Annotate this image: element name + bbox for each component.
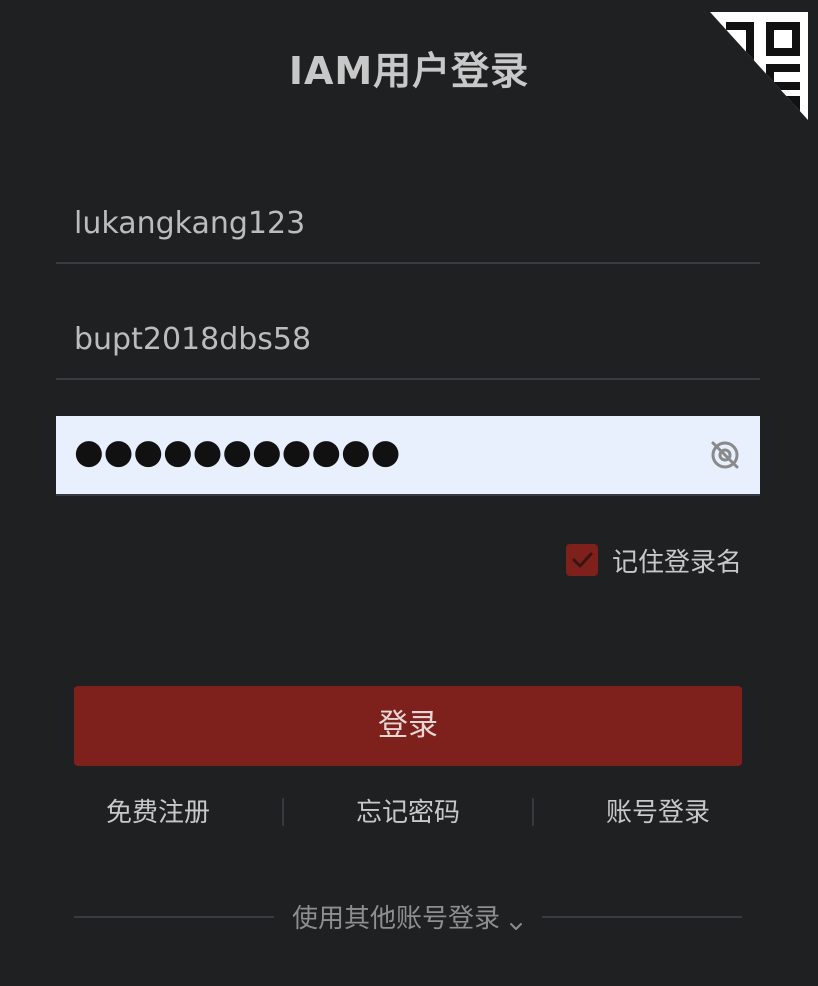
account-field[interactable]: bupt2018dbs58 — [56, 300, 760, 380]
login-button[interactable]: 登录 — [74, 686, 742, 766]
account-value: bupt2018dbs58 — [74, 322, 312, 357]
account-login-link[interactable]: 账号登录 — [534, 790, 782, 836]
remember-label: 记住登录名 — [611, 547, 742, 578]
register-link[interactable]: 免费注册 — [34, 790, 282, 836]
password-value: ●●●●●●●●●●● — [74, 432, 401, 472]
other-login-label: 使用其他账号登录 — [291, 904, 500, 934]
login-page: IAM用户登录 lukangkang123 bupt2018dbs58 ●●●●… — [0, 0, 818, 986]
qr-code-corner-icon[interactable] — [710, 12, 808, 120]
divider-line-right — [542, 916, 742, 918]
forgot-password-link[interactable]: 忘记密码 — [284, 790, 532, 836]
check-icon — [572, 552, 593, 568]
password-field[interactable]: ●●●●●●●●●●● — [56, 416, 760, 496]
eye-off-icon[interactable] — [708, 438, 742, 472]
auxiliary-links: 免费注册 忘记密码 账号登录 — [34, 790, 782, 836]
remember-checkbox[interactable] — [565, 544, 598, 576]
username-value: lukangkang123 — [74, 206, 306, 241]
chevron-down-icon — [508, 912, 524, 930]
remember-username[interactable]: 记住登录名 — [565, 540, 742, 580]
other-login-section: 使用其他账号登录 — [74, 894, 742, 938]
username-field[interactable]: lukangkang123 — [56, 184, 760, 264]
page-title: IAM用户登录 — [288, 49, 530, 93]
